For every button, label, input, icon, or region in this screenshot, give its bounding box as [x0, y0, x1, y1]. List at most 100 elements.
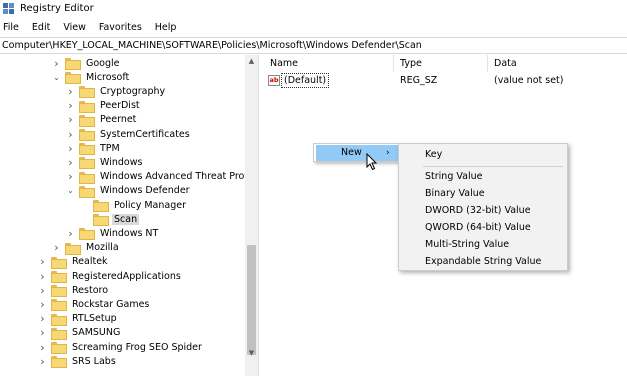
chevron-right-icon[interactable]: › — [38, 312, 47, 326]
chevron-right-icon[interactable]: › — [66, 226, 75, 240]
tree-item[interactable]: › Windows NT — [66, 226, 160, 241]
tree-item[interactable]: › SAMSUNG — [38, 326, 122, 340]
folder-icon — [79, 86, 95, 99]
value-row[interactable]: ab (Default) REG_SZ (value not set) — [264, 73, 627, 88]
chevron-right-icon[interactable]: › — [66, 127, 75, 141]
mouse-cursor-icon — [366, 153, 378, 171]
column-data[interactable]: Data — [488, 55, 627, 72]
chevron-right-icon[interactable]: › — [38, 283, 47, 297]
chevron-right-icon[interactable]: › — [38, 255, 47, 269]
chevron-right-icon[interactable]: › — [66, 141, 75, 155]
tree-item-label: Windows Advanced Threat Protectio — [100, 171, 259, 183]
folder-icon — [51, 256, 67, 269]
registry-editor-icon — [3, 3, 14, 14]
tree-item-label: Mozilla — [86, 242, 119, 254]
scroll-up-icon[interactable]: ▲ — [245, 55, 258, 68]
folder-icon — [51, 299, 67, 312]
menu-edit[interactable]: Edit — [28, 19, 54, 36]
tree-item-label: Google — [86, 57, 120, 69]
tree-item-label: RegisteredApplications — [72, 270, 181, 282]
chevron-right-icon[interactable]: › — [66, 99, 75, 113]
tree-item-label: Policy Manager — [114, 199, 186, 211]
chevron-right-icon[interactable]: › — [52, 56, 61, 70]
folder-icon — [65, 72, 81, 85]
submenu-item-string-value[interactable]: String Value — [425, 169, 482, 184]
menu-help[interactable]: Help — [151, 19, 181, 36]
folder-icon — [79, 185, 95, 198]
column-name[interactable]: Name — [264, 55, 394, 72]
submenu-item-qword-value[interactable]: QWORD (64-bit) Value — [425, 220, 531, 235]
chevron-right-icon[interactable]: › — [38, 340, 47, 354]
tree-item-label: Rockstar Games — [72, 298, 150, 310]
submenu-item-expandable-string-value[interactable]: Expandable String Value — [425, 254, 541, 269]
tree-item-label: Windows NT — [100, 227, 159, 239]
tree-item[interactable]: › SRS Labs — [38, 354, 118, 369]
tree-item-label: SAMSUNG — [72, 327, 121, 339]
tree-item-label: Microsoft — [86, 71, 130, 83]
chevron-right-icon[interactable]: › — [52, 241, 61, 255]
tree-item[interactable]: › Windows Advanced Threat Protectio — [66, 170, 259, 184]
new-submenu: Key String Value Binary Value DWORD (32-… — [398, 143, 568, 271]
menu-file[interactable]: File — [0, 19, 23, 36]
tree-item-label: PeerDist — [100, 100, 140, 112]
no-chevron — [80, 212, 89, 226]
chevron-right-icon[interactable]: › — [38, 297, 47, 311]
scroll-down-icon[interactable]: ▼ — [245, 347, 258, 360]
tree-item[interactable]: › RegisteredApplications — [38, 269, 183, 283]
folder-icon — [51, 327, 67, 340]
tree-item[interactable]: › SystemCertificates — [66, 127, 192, 141]
menu-view[interactable]: View — [59, 19, 90, 36]
tree-item[interactable]: › RTLSetup — [38, 312, 119, 326]
folder-icon — [79, 228, 95, 241]
chevron-down-icon[interactable]: ⌄ — [66, 184, 75, 198]
tree-item[interactable]: › Restoro — [38, 283, 110, 298]
no-chevron — [80, 198, 89, 212]
tree-item[interactable]: Scan — [80, 212, 140, 227]
context-menu: New › — [313, 143, 401, 162]
submenu-item-key[interactable]: Key — [425, 147, 442, 162]
chevron-right-icon[interactable]: › — [38, 269, 47, 283]
tree-item-label: Scan — [112, 213, 140, 225]
tree-item[interactable]: › Peernet — [66, 113, 138, 127]
chevron-right-icon[interactable]: › — [66, 170, 75, 184]
tree-item[interactable]: › Rockstar Games — [38, 297, 151, 312]
tree-item-label: Screaming Frog SEO Spider — [72, 341, 202, 353]
submenu-item-binary-value[interactable]: Binary Value — [425, 186, 485, 201]
tree-item[interactable]: ⌄ Windows Defender — [66, 184, 192, 198]
menu-favorites[interactable]: Favorites — [95, 19, 146, 36]
tree-item-label: SystemCertificates — [100, 128, 190, 140]
tree-item[interactable]: › TPM — [66, 141, 122, 156]
tree-item[interactable]: › PeerDist — [66, 99, 142, 113]
folder-icon — [51, 285, 67, 298]
submenu-item-multi-string-value[interactable]: Multi-String Value — [425, 237, 509, 252]
submenu-item-dword-value[interactable]: DWORD (32-bit) Value — [425, 203, 531, 218]
folder-icon — [93, 214, 109, 227]
chevron-right-icon[interactable]: › — [38, 354, 47, 368]
tree-item-label: Realtek — [72, 256, 108, 268]
tree-item[interactable]: › Windows — [66, 155, 144, 170]
folder-icon — [79, 157, 95, 170]
chevron-right-icon[interactable]: › — [66, 155, 75, 169]
folder-icon — [79, 171, 95, 184]
folder-icon — [51, 313, 67, 326]
tree-item[interactable]: ⌄ Microsoft — [52, 70, 131, 85]
tree-item-label: Windows — [100, 156, 143, 168]
scroll-thumb[interactable] — [247, 245, 256, 355]
tree-scrollbar[interactable]: ▲ ▼ — [245, 55, 258, 376]
ab-string-icon: ab — [268, 75, 280, 86]
folder-icon — [65, 242, 81, 255]
tree-item[interactable]: › Google — [52, 56, 122, 70]
column-type[interactable]: Type — [394, 55, 488, 72]
tree-item[interactable]: Policy Manager — [80, 198, 188, 212]
address-bar[interactable]: Computer\HKEY_LOCAL_MACHINE\SOFTWARE\Pol… — [0, 37, 627, 54]
tree-item-label: Windows Defender — [100, 185, 190, 197]
tree-item[interactable]: › Screaming Frog SEO Spider — [38, 340, 204, 354]
chevron-down-icon[interactable]: ⌄ — [52, 70, 61, 84]
tree-item-label: Cryptography — [100, 85, 166, 97]
tree-item[interactable]: › Mozilla — [52, 241, 121, 255]
chevron-right-icon[interactable]: › — [66, 113, 75, 127]
tree-item[interactable]: › Cryptography — [66, 84, 167, 99]
chevron-right-icon[interactable]: › — [66, 84, 75, 98]
tree-item[interactable]: › Realtek — [38, 255, 110, 269]
chevron-right-icon[interactable]: › — [38, 326, 47, 340]
